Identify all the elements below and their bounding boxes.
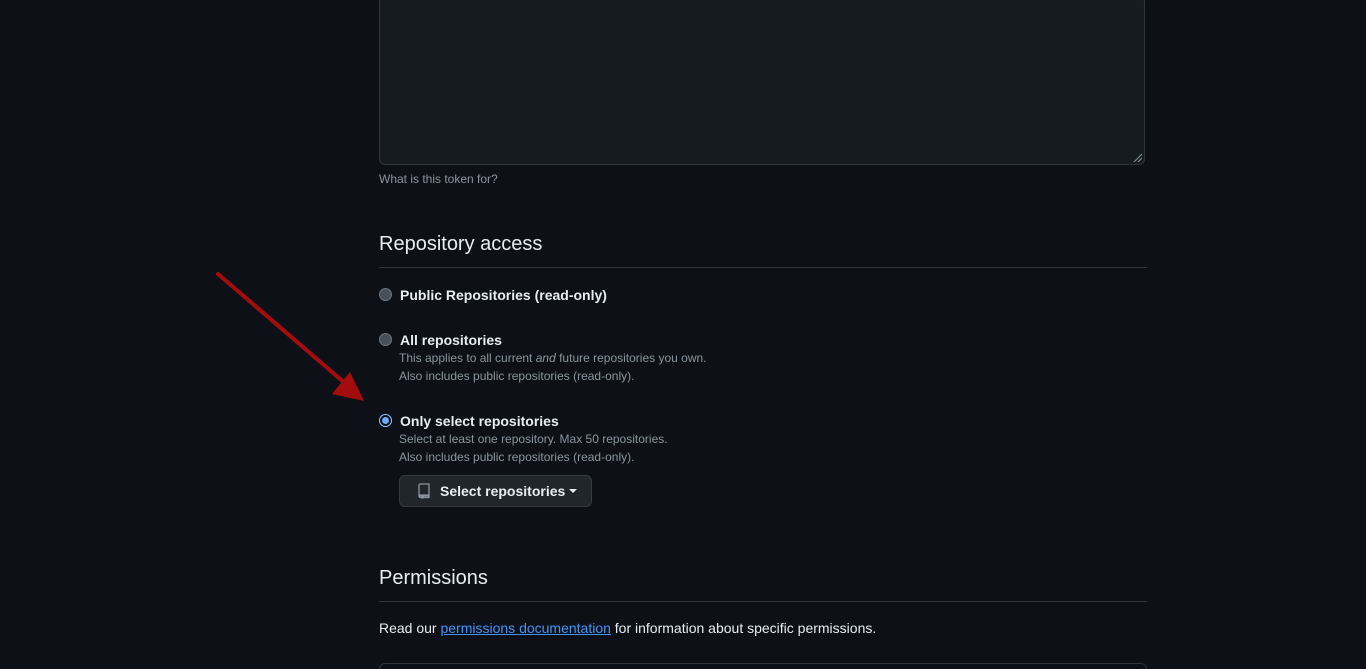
repo-icon: [416, 483, 432, 499]
only-select-repositories-label[interactable]: Only select repositories: [400, 413, 559, 429]
permissions-panel: [379, 663, 1147, 669]
caret-down-icon: [569, 489, 578, 493]
only-select-repositories-radio[interactable]: [379, 414, 392, 427]
permissions-text-after: for information about specific permissio…: [610, 620, 877, 636]
permissions-title: Permissions: [379, 567, 488, 589]
all-repositories-note-emphasis: and: [535, 351, 556, 365]
annotation-arrow-icon: [216, 272, 364, 401]
permissions-documentation-link[interactable]: permissions documentation: [440, 620, 610, 636]
select-repositories-button[interactable]: Select repositories: [399, 475, 592, 507]
all-repositories-note-line2: Also includes public repositories (read-…: [399, 369, 635, 383]
all-repositories-note: This applies to all current and future r…: [399, 351, 707, 365]
all-repositories-note-part1: This applies to all current: [399, 351, 536, 365]
all-repositories-note-part2: future repositories you own.: [555, 351, 707, 365]
only-select-repositories-note-line2: Also includes public repositories (read-…: [399, 450, 635, 464]
public-repositories-label[interactable]: Public Repositories (read-only): [400, 287, 607, 303]
token-description-textarea[interactable]: [379, 0, 1145, 165]
only-select-repositories-note: Select at least one repository. Max 50 r…: [399, 432, 668, 446]
repository-access-divider: [379, 267, 1147, 268]
permissions-description: Read our permissions documentation for i…: [379, 620, 876, 636]
repository-access-title: Repository access: [379, 233, 543, 255]
all-repositories-radio[interactable]: [379, 333, 392, 346]
public-repositories-radio[interactable]: [379, 288, 392, 301]
resize-grip-icon[interactable]: [1133, 153, 1142, 162]
permissions-divider: [379, 601, 1147, 602]
permissions-text-before: Read our: [379, 620, 441, 636]
select-repositories-label: Select repositories: [440, 483, 566, 499]
all-repositories-label[interactable]: All repositories: [400, 332, 502, 348]
token-description-hint: What is this token for?: [379, 172, 498, 186]
token-settings-page: What is this token for? Repository acces…: [0, 0, 1366, 669]
